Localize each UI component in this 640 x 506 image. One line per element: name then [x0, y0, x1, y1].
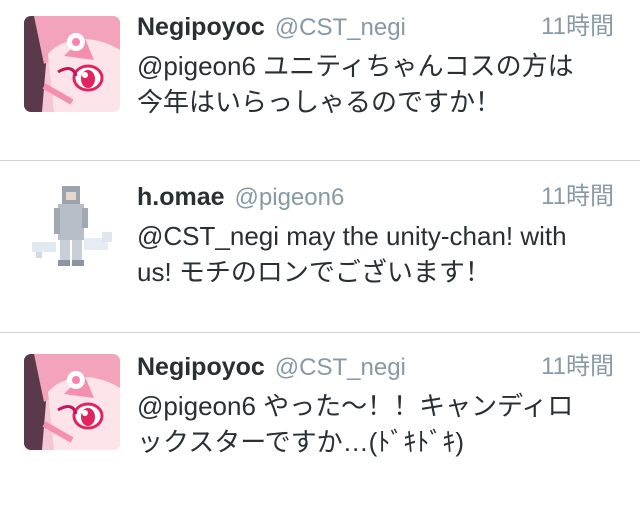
- tweet-timestamp[interactable]: 11時間: [541, 182, 614, 212]
- tweet-text-line: @CST_negi may the unity-chan! with: [137, 221, 567, 251]
- tweet-timestamp[interactable]: 11時間: [541, 352, 614, 382]
- pixel-character-avatar-icon[interactable]: [24, 180, 120, 276]
- tweet-text: @CST_negi may the unity-chan! with us! モ…: [137, 218, 617, 290]
- author-name[interactable]: Negipoyoc: [137, 13, 265, 41]
- tweet-text-line: ックスターですか…(ﾄﾞｷﾄﾞｷ): [137, 427, 464, 457]
- tweet-author[interactable]: Negipoyoc @CST_negi: [137, 352, 406, 383]
- tweet-text-line: 今年はいらっしゃるのですか！: [137, 87, 502, 117]
- tweet-item[interactable]: h.omae @pigeon6 11時間 @CST_negi may the un…: [0, 160, 640, 332]
- author-name[interactable]: Negipoyoc: [137, 353, 265, 381]
- tweet-author[interactable]: h.omae @pigeon6: [137, 182, 344, 213]
- timeline: Negipoyoc @CST_negi 11時間 @pigeon6 ユニティちゃん…: [0, 0, 640, 506]
- tweet-text-line: @pigeon6 やった〜！！キャンディロ: [137, 391, 574, 421]
- tweet-timestamp[interactable]: 11時間: [541, 12, 614, 42]
- tweet-item[interactable]: Negipoyoc @CST_negi 11時間 @pigeon6 やった〜！！キ…: [0, 332, 640, 506]
- author-handle[interactable]: @CST_negi: [275, 354, 406, 381]
- tweet-text-line: us! モチのロンでございます！: [137, 257, 491, 287]
- tweet-item[interactable]: Negipoyoc @CST_negi 11時間 @pigeon6 ユニティちゃん…: [0, 0, 640, 160]
- anime-girl-avatar-icon[interactable]: [24, 16, 120, 112]
- tweet-text: @pigeon6 やった〜！！キャンディロ ックスターですか…(ﾄﾞｷﾄﾞｷ): [137, 388, 617, 460]
- author-handle[interactable]: @CST_negi: [275, 14, 406, 41]
- anime-girl-avatar-icon[interactable]: [24, 354, 120, 450]
- tweet-text: @pigeon6 ユニティちゃんコスの方は 今年はいらっしゃるのですか！: [137, 48, 617, 120]
- tweet-author[interactable]: Negipoyoc @CST_negi: [137, 12, 406, 43]
- tweet-text-line: @pigeon6 ユニティちゃんコスの方は: [137, 51, 574, 81]
- author-handle[interactable]: @pigeon6: [235, 184, 345, 211]
- author-name[interactable]: h.omae: [137, 183, 225, 211]
